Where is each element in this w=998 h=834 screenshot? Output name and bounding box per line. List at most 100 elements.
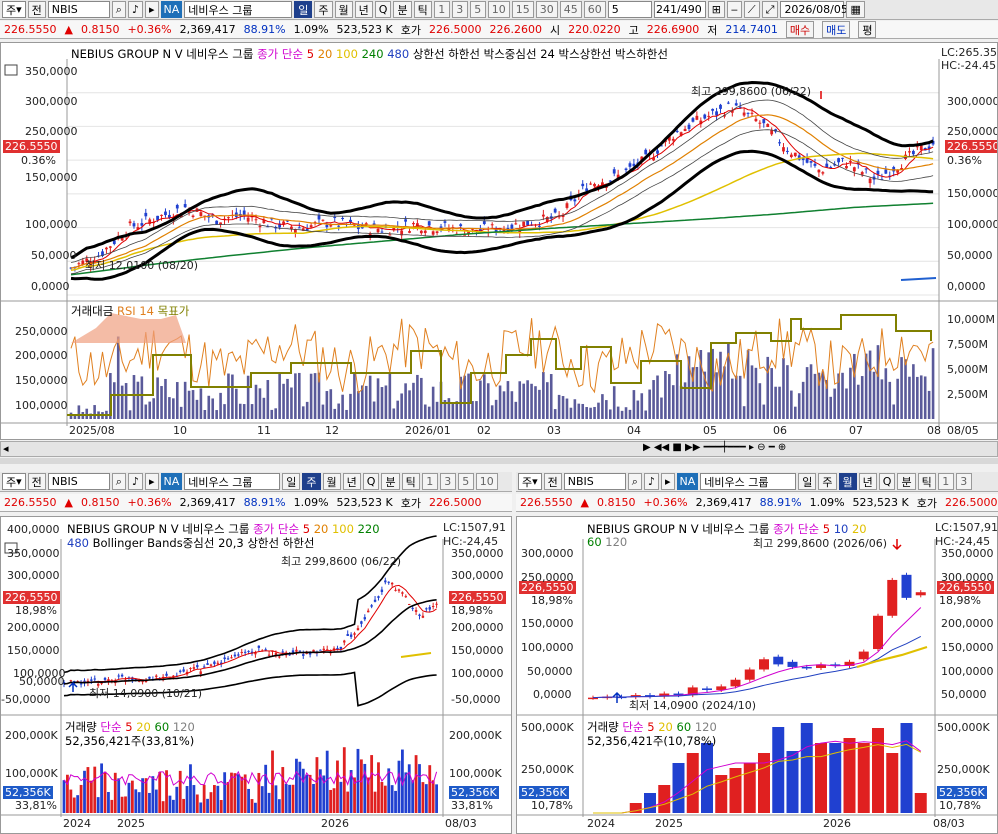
candle [376,228,380,233]
calendar-icon[interactable]: ▦ [846,1,865,18]
tab-month[interactable]: 월 [322,473,341,490]
left-chart[interactable]: NEBIUS GROUP N V 네비우스 그룹 종가 단순 5 20 100 … [0,516,512,834]
mode-button[interactable]: 전 [543,473,562,490]
turnover-bar [884,368,888,419]
tab-year[interactable]: 년 [858,473,877,490]
interval-10[interactable]: 10 [487,1,510,18]
candle [730,679,741,687]
interval-3[interactable]: 3 [955,473,972,490]
candle [754,118,758,122]
interval-3[interactable]: 3 [451,1,468,18]
interval-60[interactable]: 60 [583,1,606,18]
tab-quarter[interactable]: Q [878,473,896,490]
volume-bar [178,770,182,813]
symbol-input[interactable]: NBIS [563,473,626,490]
interval-5[interactable]: 5 [469,1,486,18]
turnover-bar [518,381,522,419]
chart-scrollbar[interactable]: ◂ ▶ ◀◀ ■ ▶▶ ━━━┿━━━ ▸ ⊖ ━ ⊕ [0,441,998,457]
mode-button[interactable]: 전 [27,1,46,18]
count-input[interactable]: 241/490 [653,1,706,18]
tab-day[interactable]: 일 [282,473,301,490]
tab-month[interactable]: 월 [334,1,353,18]
tab-week[interactable]: 주 [314,1,333,18]
arrow-icon[interactable]: ▸ [144,473,159,490]
pane-divider[interactable] [0,458,998,464]
legend-close: 종가 단순 [773,522,820,536]
interval-45[interactable]: 45 [559,1,582,18]
arrow-icon[interactable]: ▸ [144,1,159,18]
tab-quarter[interactable]: Q [362,473,380,490]
sell-button[interactable]: 매도 [822,21,851,38]
candle [901,574,912,598]
search-icon[interactable]: ⌕ [627,473,642,490]
turnover-bar [632,390,636,419]
period-select[interactable]: 주 ▾ [2,473,26,490]
sound-icon[interactable]: ♪ [643,473,659,490]
y-tick: 400,0000 [7,523,60,536]
tab-day[interactable]: 일 [294,1,313,18]
volume-bar [267,792,271,813]
stock-name[interactable]: 네비우스 그룹 [700,473,797,490]
tab-minute[interactable]: 분 [897,473,916,490]
period-select[interactable]: 주 ▾ [2,1,26,18]
search-icon[interactable]: ⌕ [111,473,126,490]
stock-name[interactable]: 네비우스 그룹 [184,473,281,490]
interval-5[interactable]: 5 [457,473,474,490]
legend-220: 220 [357,522,380,536]
tab-tick[interactable]: 틱 [413,1,432,18]
candle [738,106,742,108]
volume-bar [421,782,425,813]
tab-tick[interactable]: 틱 [401,473,420,490]
sound-icon[interactable]: ♪ [127,473,143,490]
interval-1[interactable]: 1 [433,1,450,18]
search-icon[interactable]: ⌕ [111,1,126,18]
tab-week[interactable]: 주 [302,473,321,490]
turnover-bar [888,381,892,419]
candle [278,656,281,658]
buy-button[interactable]: 매수 [785,21,815,38]
legend-20: 20 [317,47,333,61]
tab-quarter[interactable]: Q [374,1,392,18]
scroll-left-icon[interactable]: ◂ [3,442,9,455]
dash-icon[interactable]: ‒ [726,1,742,18]
candle [264,649,267,651]
avg-button[interactable]: 평 [858,21,877,38]
period-select[interactable]: 주 ▾ [518,473,542,490]
tab-week[interactable]: 주 [818,473,837,490]
interval-1[interactable]: 1 [937,473,954,490]
turnover-bar [498,385,502,419]
tab-year[interactable]: 년 [354,1,373,18]
symbol-input[interactable]: NBIS [47,473,110,490]
zoom-icon[interactable]: ⤢ [761,1,779,18]
interval-input[interactable]: 5 [607,1,652,18]
interval-10[interactable]: 10 [475,473,498,490]
stock-name[interactable]: 네비우스 그룹 [184,1,293,18]
x-tick: 08 [927,424,941,437]
interval-30[interactable]: 30 [535,1,558,18]
mode-button[interactable]: 전 [27,473,46,490]
main-chart[interactable]: NEBIUS GROUP N V 네비우스 그룹 종가 단순 5 20 100 … [0,42,998,440]
tab-year[interactable]: 년 [342,473,361,490]
right-chart[interactable]: NEBIUS GROUP N V 네비우스 그룹 종가 단순 5 10 20 6… [516,516,998,834]
x-tick: 10 [173,424,187,437]
tab-tick[interactable]: 틱 [917,473,936,490]
interval-1[interactable]: 1 [421,473,438,490]
tab-day[interactable]: 일 [798,473,817,490]
sound-icon[interactable]: ♪ [127,1,143,18]
tab-minute[interactable]: 분 [381,473,400,490]
x-tick: 02 [477,424,491,437]
volume-bar [185,786,189,813]
symbol-input[interactable]: NBIS [47,1,110,18]
date-input[interactable]: 2026/08/05 [780,1,848,18]
interval-3[interactable]: 3 [439,473,456,490]
arrow-icon[interactable]: ▸ [660,473,675,490]
interval-15[interactable]: 15 [511,1,534,18]
grid-icon[interactable]: ⊞ [707,1,725,18]
tab-month[interactable]: 월 [838,473,857,490]
playback-icons[interactable]: ▶ ◀◀ ■ ▶▶ ━━━┿━━━ ▸ ⊖ ━ ⊕ [643,442,786,453]
turnover-bar [561,396,565,419]
candle [887,579,898,616]
rate: 88.91% [759,496,802,509]
draw-icon[interactable]: ⟋ [743,1,760,18]
tab-minute[interactable]: 분 [393,1,412,18]
